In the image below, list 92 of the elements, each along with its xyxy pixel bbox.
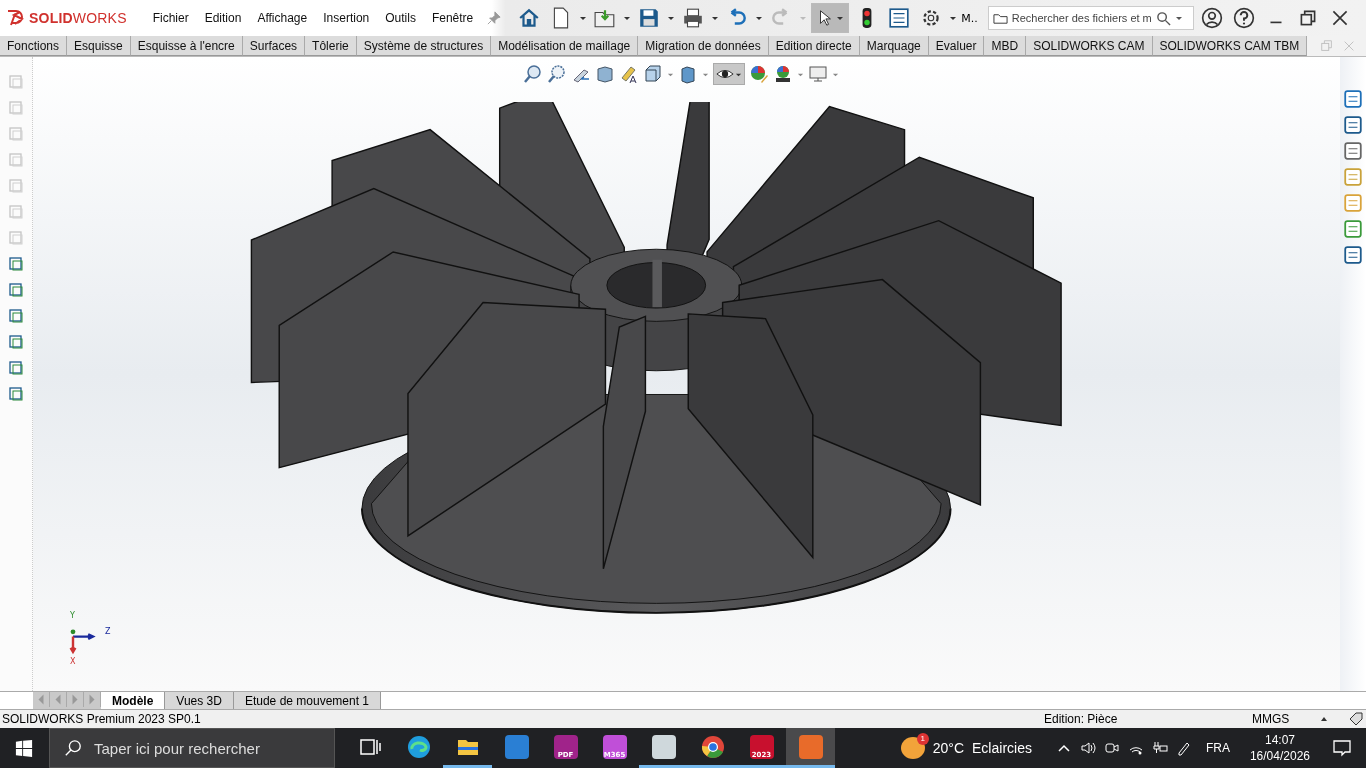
solidworks-logo[interactable]: SOLIDWORKS xyxy=(0,9,145,27)
select-button[interactable] xyxy=(811,3,850,33)
caret-icon[interactable] xyxy=(1174,14,1183,22)
ds-logo-icon xyxy=(6,9,26,27)
command-tab[interactable]: Migration de données xyxy=(638,36,769,56)
command-tab[interactable]: Système de structures xyxy=(356,36,492,56)
save-icon[interactable] xyxy=(638,7,661,29)
pin-icon[interactable] xyxy=(487,11,502,25)
command-icon[interactable] xyxy=(7,255,25,273)
volume-icon[interactable] xyxy=(1079,740,1096,756)
task-pane-icon[interactable] xyxy=(1343,89,1363,109)
search-input[interactable]: Rechercher des fichiers et m xyxy=(1011,12,1152,24)
menu-item[interactable]: Outils xyxy=(377,11,424,25)
app-icon xyxy=(798,734,823,759)
x-axis-label: X xyxy=(70,657,76,666)
task-pane-icon[interactable] xyxy=(1343,245,1363,265)
product-version: SOLIDWORKS Premium 2023 SP0.1 xyxy=(2,712,202,726)
taskbar-search-field[interactable]: Taper ici pour rechercher xyxy=(49,728,335,768)
search-icon xyxy=(64,739,82,757)
command-icon[interactable] xyxy=(7,307,25,325)
command-tab[interactable]: MBD xyxy=(984,36,1027,56)
notifications-icon[interactable] xyxy=(1332,738,1352,758)
weather-temperature[interactable]: 20°C xyxy=(932,740,965,756)
caret-icon[interactable] xyxy=(755,14,764,22)
menu-item[interactable]: Edition xyxy=(196,11,250,25)
search-field[interactable]: Rechercher des fichiers et m xyxy=(987,6,1194,30)
menu-item[interactable]: Fichier xyxy=(144,11,197,25)
open-folder-icon[interactable] xyxy=(594,7,617,29)
help-icon[interactable] xyxy=(1232,7,1255,29)
dynamic-annotation-icon[interactable] xyxy=(619,64,639,84)
command-tab[interactable]: Esquisse à l'encre xyxy=(130,36,243,56)
notification-badge: 1 xyxy=(916,733,929,745)
task-pane-icon[interactable] xyxy=(1343,219,1363,239)
command-icon[interactable] xyxy=(7,281,25,299)
command-tab[interactable]: SOLIDWORKS CAM TBM xyxy=(1152,36,1308,56)
caret-icon[interactable] xyxy=(579,14,588,22)
caret-icon[interactable] xyxy=(949,14,958,22)
pen-icon[interactable] xyxy=(1175,740,1192,756)
app-icon xyxy=(504,734,529,759)
z-axis-label: Z xyxy=(105,627,111,636)
clock-time: 14:07 xyxy=(1264,732,1295,748)
y-axis-label: Y xyxy=(70,611,75,620)
clock-date: 16/04/2026 xyxy=(1249,748,1310,764)
menu-item[interactable]: Insertion xyxy=(315,11,378,25)
command-tab[interactable]: Edition directe xyxy=(768,36,860,56)
command-tab[interactable]: Fonctions xyxy=(0,36,68,56)
model-tab[interactable]: Etude de mouvement 1 xyxy=(233,692,381,709)
command-tab[interactable]: Tôlerie xyxy=(305,36,357,56)
menu-item[interactable]: Fenêtre xyxy=(423,11,482,25)
command-tab[interactable]: Modélisation de maillage xyxy=(491,36,639,56)
zoom-area-icon[interactable] xyxy=(547,64,567,84)
search-input[interactable]: Taper ici pour rechercher xyxy=(92,738,326,758)
command-tab[interactable]: SOLIDWORKS CAM xyxy=(1026,36,1153,56)
model-tab[interactable]: Vues 3D xyxy=(165,692,234,709)
view-orientation-icon[interactable] xyxy=(643,64,663,84)
hide-show-items-button[interactable] xyxy=(713,63,745,85)
caret-icon[interactable] xyxy=(667,14,676,22)
apply-scene-icon[interactable] xyxy=(773,64,793,84)
caret-up-icon[interactable] xyxy=(1320,715,1328,723)
command-icon[interactable] xyxy=(7,359,25,377)
camera-icon[interactable] xyxy=(1103,740,1120,756)
menu-item[interactable]: Affichage xyxy=(249,11,316,25)
command-icon[interactable] xyxy=(7,333,25,351)
more-label[interactable]: M.. xyxy=(961,11,978,25)
windows-start-icon[interactable] xyxy=(15,739,33,757)
caret-icon[interactable] xyxy=(711,14,720,22)
browser-icon xyxy=(406,734,431,759)
caret-icon xyxy=(836,14,845,22)
edit-mode: Edition: Pièce xyxy=(1044,712,1119,726)
logo-text: SOLIDWORKS xyxy=(29,10,127,26)
browser-icon xyxy=(700,734,725,759)
clock[interactable]: 14:07 16/04/2026 xyxy=(1249,732,1310,764)
options-list-icon[interactable] xyxy=(888,7,911,29)
task-pane-icon[interactable] xyxy=(1343,115,1363,135)
command-icon[interactable] xyxy=(7,385,25,403)
command-tab[interactable]: Esquisse xyxy=(67,36,131,56)
home-icon[interactable] xyxy=(518,7,541,29)
caret-icon[interactable] xyxy=(623,14,632,22)
language-indicator[interactable]: FRA xyxy=(1205,741,1230,755)
weather-condition[interactable]: Eclaircies xyxy=(972,740,1032,756)
user-account-icon[interactable] xyxy=(1200,7,1223,29)
units-selector[interactable]: MMGS xyxy=(1252,712,1320,726)
command-tab[interactable]: Evaluer xyxy=(928,36,985,56)
edit-appearance-icon[interactable] xyxy=(749,64,769,84)
command-tab[interactable]: Surfaces xyxy=(242,36,306,56)
command-tab[interactable]: Marquage xyxy=(859,36,929,56)
battery-plug-icon[interactable] xyxy=(1151,740,1168,756)
zoom-to-fit-icon[interactable] xyxy=(523,64,543,84)
task-pane-icon[interactable] xyxy=(1343,141,1363,161)
search-icon[interactable] xyxy=(1155,10,1171,26)
monitor-icon[interactable] xyxy=(808,64,828,84)
print-icon[interactable] xyxy=(682,7,705,29)
